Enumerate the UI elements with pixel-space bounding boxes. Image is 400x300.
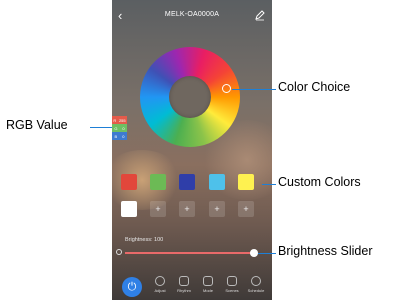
add-custom-color-button[interactable]: + <box>150 201 166 217</box>
callout-line-rgb-value <box>90 127 112 128</box>
top-bar: ‹ MELK-OA0000A <box>112 0 272 34</box>
rgb-label: B <box>114 133 118 139</box>
custom-color-swatch[interactable] <box>238 174 254 190</box>
custom-color-swatch[interactable] <box>121 174 137 190</box>
nav-label: Adjust <box>154 288 166 293</box>
callout-color-choice: Color Choice <box>278 80 351 94</box>
rgb-row-g: G 0 <box>112 124 127 132</box>
color-wheel-center <box>169 76 211 118</box>
brightness-slider[interactable] <box>125 252 255 254</box>
nav-label: Schedule <box>247 288 265 293</box>
nav-adjust[interactable]: Adjust <box>149 276 171 293</box>
pencil-icon[interactable] <box>254 9 266 21</box>
custom-color-swatch[interactable] <box>179 174 195 190</box>
nav-label: Mode <box>202 288 213 293</box>
clock-icon <box>251 276 261 286</box>
rgb-label: R <box>113 117 117 123</box>
brightness-label: Brightness: 100 <box>125 237 164 243</box>
rgb-value: 255 <box>118 117 126 123</box>
custom-color-swatch[interactable] <box>121 201 137 217</box>
callout-line-custom-colors <box>262 184 276 185</box>
rgb-value-panel: R 255 G 0 B 0 <box>112 116 127 140</box>
bottom-nav: ⏻ Adjust Rhythm Mode Scenes Schedule <box>112 270 272 300</box>
power-icon[interactable]: ⏻ <box>122 277 142 297</box>
nav-label: Scenes <box>225 288 239 293</box>
add-custom-color-button[interactable]: + <box>209 201 225 217</box>
color-picker-handle[interactable] <box>222 84 231 93</box>
scenes-icon <box>227 276 237 286</box>
callout-custom-colors: Custom Colors <box>278 175 361 189</box>
custom-color-swatch[interactable] <box>150 174 166 190</box>
nav-rhythm[interactable]: Rhythm <box>173 276 195 293</box>
rgb-row-r: R 255 <box>112 116 127 124</box>
custom-color-swatch[interactable] <box>209 174 225 190</box>
nav-label: Rhythm <box>177 288 191 293</box>
rgb-label: G <box>114 125 118 131</box>
rgb-value: 0 <box>122 125 125 131</box>
nav-mode[interactable]: Mode <box>197 276 219 293</box>
mode-icon <box>203 276 213 286</box>
callout-brightness-slider: Brightness Slider <box>278 244 373 258</box>
device-title: MELK-OA0000A <box>164 11 220 18</box>
brightness-min-icon <box>116 249 122 255</box>
add-custom-color-button[interactable]: + <box>238 201 254 217</box>
nav-scenes[interactable]: Scenes <box>221 276 243 293</box>
nav-schedule[interactable]: Schedule <box>245 276 267 293</box>
add-custom-color-button[interactable]: + <box>179 201 195 217</box>
music-icon <box>179 276 189 286</box>
phone-screen: ‹ MELK-OA0000A R 255 G 0 B 0 + + + + Bright… <box>112 0 272 300</box>
rgb-row-b: B 0 <box>112 132 127 140</box>
brightness-slider-knob[interactable] <box>250 249 258 257</box>
callout-line-brightness-slider <box>258 253 276 254</box>
rgb-value: 0 <box>122 133 125 139</box>
callout-rgb-value: RGB Value <box>6 118 68 132</box>
callout-line-color-choice <box>232 89 276 90</box>
adjust-icon <box>155 276 165 286</box>
